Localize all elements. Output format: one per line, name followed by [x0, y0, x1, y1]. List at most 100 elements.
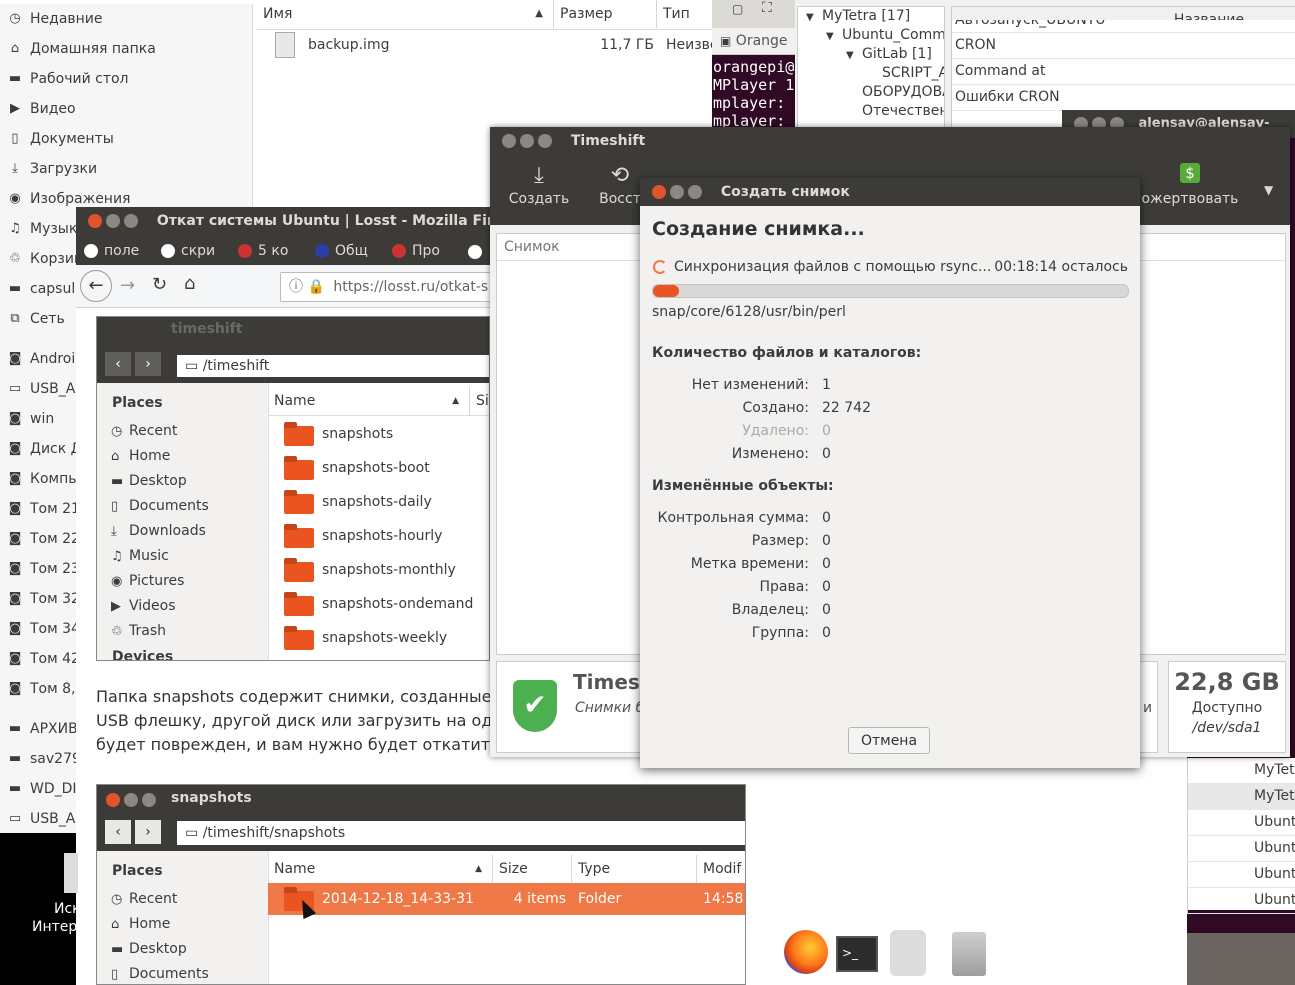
sidebar-item[interactable]: ▶ Видео — [0, 94, 252, 124]
column-name[interactable]: Name ▲ — [268, 387, 470, 415]
places-item[interactable]: ♲ Trash — [97, 619, 268, 644]
tree-node[interactable]: ▼ MyTetra [17] — [798, 7, 944, 26]
column-name[interactable]: Имя ▲ — [257, 0, 554, 28]
terminal-tab[interactable]: ▣ Orange — [712, 28, 795, 55]
table-row[interactable]: MyTet — [1187, 758, 1295, 784]
folder-row[interactable]: snapshots-daily — [268, 485, 489, 519]
column-modified[interactable]: Modif — [697, 855, 745, 883]
places-item[interactable]: ▯ Documents — [97, 962, 268, 984]
reload-button[interactable]: ↻ — [152, 274, 167, 295]
info-icon[interactable]: ⓘ — [289, 279, 303, 295]
minimize-icon[interactable] — [106, 214, 120, 228]
close-icon[interactable] — [88, 214, 102, 228]
places-item[interactable]: ▬ Desktop — [97, 469, 268, 494]
table-row[interactable]: Ubunt — [1187, 862, 1295, 888]
folder-row[interactable]: snapshots-hourly — [268, 519, 489, 553]
create-button[interactable]: ⤓ Создать — [504, 163, 574, 207]
home-button[interactable]: ⌂ — [184, 273, 195, 294]
forward-button[interactable]: › — [135, 820, 161, 844]
file-list-header: Имя ▲ Размер Тип — [257, 0, 712, 30]
table-row[interactable]: CRON — [952, 33, 1295, 59]
menu-dropdown-icon[interactable]: ▼ — [1264, 183, 1273, 197]
maximize-icon[interactable] — [688, 185, 702, 199]
places-item[interactable]: ◉ Pictures — [97, 569, 268, 594]
sidebar-item[interactable]: ◷ Недавние — [0, 4, 252, 34]
maximize-icon[interactable] — [142, 793, 156, 807]
forward-button[interactable]: → — [120, 275, 135, 296]
sidebar-item[interactable]: ▬ Рабочий стол — [0, 64, 252, 94]
column-size[interactable]: Размер — [554, 0, 657, 28]
cancel-button[interactable]: Отмена — [848, 727, 930, 754]
donate-button[interactable]: $ ожертвовать — [1130, 163, 1250, 207]
expand-arrow-icon[interactable]: ▼ — [846, 46, 862, 64]
emb2-toolbar: ‹ › ▭ /timeshift/snapshots — [97, 815, 745, 851]
maximize-icon[interactable] — [124, 214, 138, 228]
close-icon[interactable] — [652, 185, 666, 199]
tree-node[interactable]: ▼ Ubuntu_Comma — [798, 26, 944, 45]
tree-node[interactable]: ▼ GitLab [1] — [798, 45, 944, 64]
minimize-icon[interactable] — [670, 185, 684, 199]
browser-tab[interactable]: скри — [157, 238, 231, 264]
sidebar-item[interactable]: ⌂ Домашняя папка — [0, 34, 252, 64]
back-button[interactable]: ← — [80, 270, 112, 302]
browser-tab[interactable]: поле — [80, 238, 154, 264]
sidebar-item[interactable]: ▯ Документы — [0, 124, 252, 154]
column-type[interactable]: Type — [572, 855, 697, 883]
sidebar-item[interactable]: ⤓ Загрузки — [0, 154, 252, 184]
table-row[interactable]: Command at — [952, 59, 1295, 85]
places-item[interactable]: ▯ Documents — [97, 494, 268, 519]
path-bar[interactable]: ▭ /timeshift — [177, 355, 489, 377]
places-item[interactable]: ▶ Videos — [97, 594, 268, 619]
favicon-icon[interactable] — [468, 245, 482, 259]
close-icon[interactable] — [106, 793, 120, 807]
fullscreen-icon[interactable]: ⛶ — [762, 0, 772, 16]
speaker-icon[interactable] — [890, 930, 926, 976]
places-item[interactable]: ⌂ Home — [97, 912, 268, 937]
places-item[interactable]: ▬ Desktop — [97, 937, 268, 962]
folder-row[interactable]: snapshots — [268, 417, 489, 451]
drive-icon: ◙ — [8, 531, 22, 546]
column-name[interactable]: Name ▲ — [268, 855, 493, 883]
browser-tab[interactable]: 5 ко — [234, 238, 308, 264]
places-item[interactable]: ◷ Recent — [97, 887, 268, 912]
expand-arrow-icon[interactable]: ▼ — [826, 27, 842, 45]
forward-button[interactable]: › — [135, 352, 161, 376]
selected-folder-row[interactable]: 2014-12-18_14-33-31 4 items Folder 14:58 — [268, 883, 745, 915]
firefox-icon[interactable] — [784, 930, 828, 974]
minimize-icon[interactable] — [124, 793, 138, 807]
tree-node[interactable]: Отечествен — [798, 102, 944, 121]
table-row[interactable]: Ubunt — [1187, 888, 1295, 914]
file-row[interactable]: backup.img 11,7 ГБ Неизве — [257, 30, 712, 60]
folder-row[interactable]: snapshots-ondemand — [268, 587, 489, 621]
browser-tab[interactable]: Про — [388, 238, 462, 264]
back-button[interactable]: ‹ — [105, 352, 131, 376]
folder-row[interactable]: snapshots-weekly — [268, 621, 489, 655]
table-row[interactable]: MyTet — [1187, 784, 1295, 810]
desktop-icon[interactable]: Иск Интер — [0, 833, 81, 985]
expand-arrow-icon[interactable]: ▼ — [806, 8, 822, 26]
places-item[interactable]: ♫ Music — [97, 544, 268, 569]
home-icon: ⌂ — [111, 917, 120, 932]
close-icon[interactable] — [502, 134, 516, 148]
path-bar[interactable]: ▭ /timeshift/snapshots — [177, 821, 745, 845]
places-item[interactable]: ⌂ Home — [97, 444, 268, 469]
table-row[interactable]: Ошибки CRON — [952, 85, 1295, 111]
table-row[interactable]: Ubunt — [1187, 836, 1295, 862]
maximize-icon[interactable] — [538, 134, 552, 148]
terminal-icon[interactable]: >_ — [836, 936, 878, 972]
tree-node[interactable]: ОБОРУДОВА — [798, 83, 944, 102]
table-row[interactable]: Автозапуск_UBUNTU — [952, 20, 1295, 33]
table-row[interactable]: Ubunt — [1187, 810, 1295, 836]
back-button[interactable]: ‹ — [105, 820, 131, 844]
column-type[interactable]: Тип — [657, 0, 717, 28]
column-size[interactable]: Si — [470, 387, 489, 415]
places-item[interactable]: ⤓ Downloads — [97, 519, 268, 544]
folder-row[interactable]: snapshots-boot — [268, 451, 489, 485]
column-size[interactable]: Size — [493, 855, 572, 883]
browser-tab[interactable]: Общ — [311, 238, 385, 264]
minimize-icon[interactable] — [520, 134, 534, 148]
trash-icon[interactable] — [952, 932, 986, 976]
tree-node[interactable]: SCRIPT_A — [798, 64, 944, 83]
folder-row[interactable]: snapshots-monthly — [268, 553, 489, 587]
places-item[interactable]: ◷ Recent — [97, 419, 268, 444]
